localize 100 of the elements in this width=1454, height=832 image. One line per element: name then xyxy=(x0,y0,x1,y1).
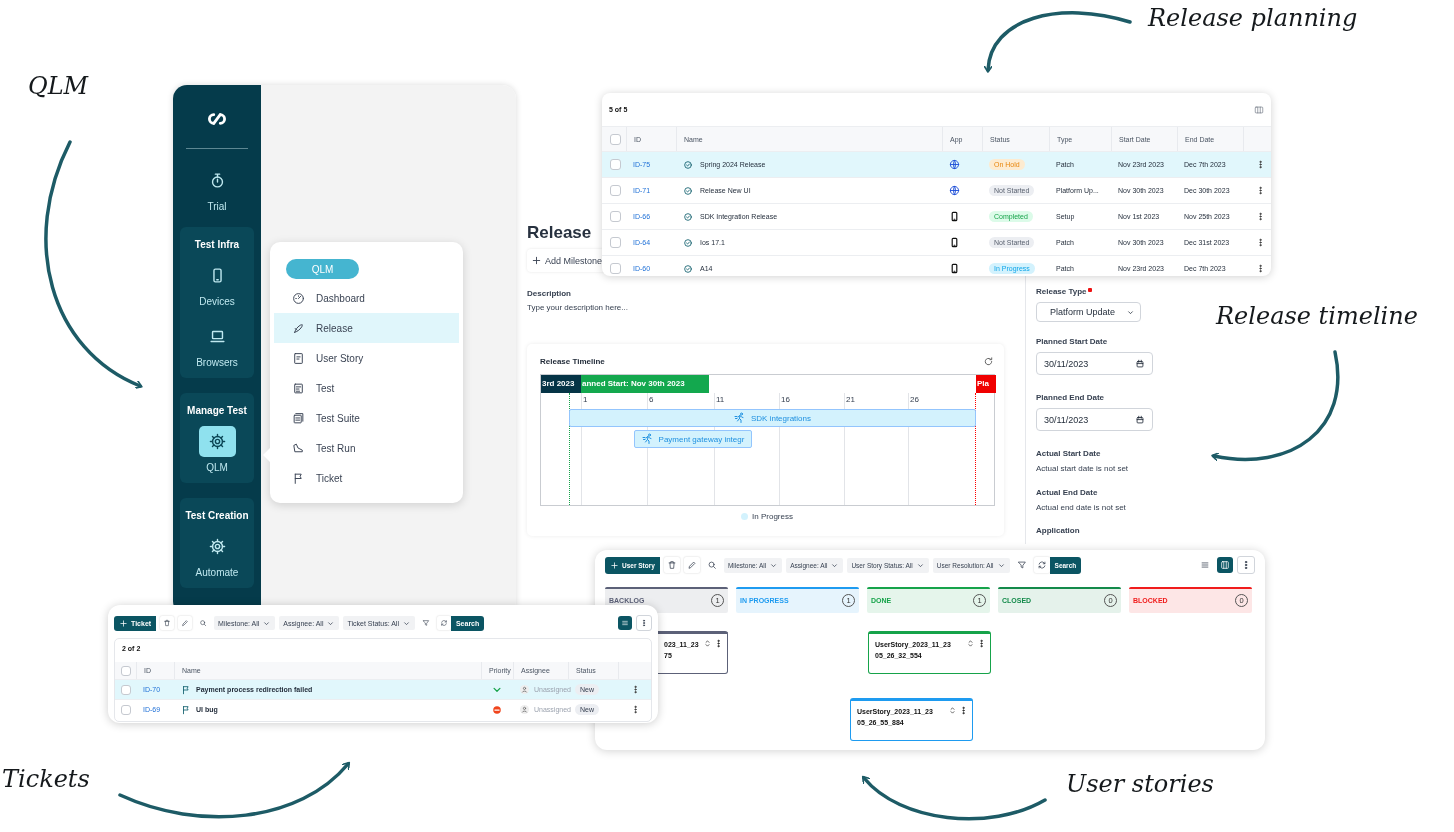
description-text[interactable]: Type your description here... xyxy=(527,303,628,312)
sync-icon[interactable] xyxy=(1033,557,1050,573)
list-view-icon[interactable] xyxy=(618,616,632,630)
day-label: 1 xyxy=(583,395,588,404)
handwritten-caption: QLM xyxy=(28,72,89,100)
plus-icon xyxy=(610,560,619,570)
plus-icon xyxy=(531,255,542,266)
checkbox[interactable] xyxy=(121,684,131,695)
field-label: Description xyxy=(527,289,571,298)
checklist-icon xyxy=(292,381,305,395)
runner-icon xyxy=(734,412,746,424)
runner-icon xyxy=(641,433,654,445)
pencil-icon[interactable] xyxy=(683,557,700,573)
field-label: Application xyxy=(1036,526,1080,535)
flag-icon xyxy=(292,471,305,485)
gear-icon xyxy=(208,433,226,450)
phone-icon xyxy=(949,211,960,222)
dashboard-icon xyxy=(292,291,305,305)
blocked-icon xyxy=(492,704,502,715)
phone-icon xyxy=(949,263,960,274)
plus-icon xyxy=(119,618,128,628)
more-icon[interactable] xyxy=(631,705,640,714)
menu-item[interactable]: Test Suite xyxy=(274,403,459,433)
check-circle-icon xyxy=(683,211,693,222)
field-label: Actual Start Date xyxy=(1036,449,1101,458)
check-circle-icon xyxy=(683,185,693,196)
checkbox[interactable] xyxy=(610,133,621,145)
checkbox[interactable] xyxy=(121,704,131,715)
more-icon[interactable] xyxy=(977,639,986,648)
field-value: Actual start date is not set xyxy=(1036,464,1129,473)
checkbox[interactable] xyxy=(121,665,131,676)
handwritten-caption: Release planning xyxy=(1148,4,1358,32)
menu-title: QLM xyxy=(286,259,359,279)
menu-item[interactable]: User Story xyxy=(274,343,459,373)
calendar-icon xyxy=(1135,358,1145,369)
legend-label: In Progress xyxy=(752,512,793,521)
sidebar-item[interactable]: Automate xyxy=(195,531,239,578)
date-field[interactable]: 30/11/2023 xyxy=(1036,408,1153,431)
checkbox[interactable] xyxy=(610,185,621,196)
date-field[interactable]: 30/11/2023 xyxy=(1036,352,1153,375)
date-marker: Pla xyxy=(976,375,996,393)
sidebar-item[interactable]: Trial xyxy=(198,165,236,212)
more-icon[interactable] xyxy=(1256,186,1265,195)
menu-item[interactable]: Ticket xyxy=(274,463,459,493)
page-title: Release xyxy=(527,223,592,243)
trash-icon[interactable] xyxy=(160,616,175,630)
sidebar-item[interactable]: Browsers xyxy=(196,321,238,368)
checkbox[interactable] xyxy=(610,159,621,170)
day-label: 6 xyxy=(649,395,654,404)
handwritten-caption: Tickets xyxy=(2,765,90,793)
checkbox[interactable] xyxy=(610,263,621,274)
trash-icon[interactable] xyxy=(663,557,680,573)
field-value: Actual end date is not set xyxy=(1036,503,1126,512)
day-label: 11 xyxy=(716,395,725,404)
group-title: Manage Test xyxy=(187,405,247,416)
field-label: Planned Start Date xyxy=(1036,337,1108,346)
more-icon[interactable] xyxy=(1256,160,1265,169)
more-icon[interactable] xyxy=(1256,238,1265,247)
group-title: Test Creation xyxy=(185,510,249,521)
gear-icon xyxy=(208,538,226,555)
pencil-icon[interactable] xyxy=(178,616,193,630)
more-icon[interactable] xyxy=(1256,264,1265,273)
globe-icon xyxy=(949,159,960,170)
more-icon[interactable] xyxy=(636,615,652,631)
field-label: Release Type xyxy=(1036,287,1092,296)
laptop-icon xyxy=(208,328,226,345)
handwritten-caption: User stories xyxy=(1066,770,1214,798)
flag-icon xyxy=(181,704,191,715)
refresh-icon[interactable] xyxy=(983,355,994,367)
menu-item[interactable]: Test xyxy=(274,373,459,403)
check-circle-icon xyxy=(683,159,693,170)
more-icon[interactable] xyxy=(631,685,640,694)
avatar-icon xyxy=(520,705,529,714)
sidebar-item[interactable]: Devices xyxy=(198,260,236,307)
book-icon xyxy=(292,351,305,365)
avatar-icon xyxy=(520,685,529,694)
columns-icon[interactable] xyxy=(1254,104,1264,115)
sync-icon[interactable] xyxy=(436,616,451,630)
menu-item[interactable]: Test Run xyxy=(274,433,459,463)
field-label: Planned End Date xyxy=(1036,393,1104,402)
date-marker: anned Start: Nov 30th 2023 xyxy=(581,375,709,393)
phone-icon xyxy=(949,237,960,248)
more-icon[interactable] xyxy=(959,706,968,715)
globe-icon xyxy=(949,185,960,196)
checkbox[interactable] xyxy=(610,237,621,248)
release-type-select[interactable]: Platform Update xyxy=(1036,302,1141,322)
more-icon[interactable] xyxy=(1256,212,1265,221)
menu-item[interactable]: Dashboard xyxy=(274,283,459,313)
menu-item[interactable]: Release xyxy=(274,313,459,343)
date-marker: 3rd 2023 xyxy=(541,375,581,393)
board-view-icon[interactable] xyxy=(1217,557,1233,573)
more-icon[interactable] xyxy=(714,639,723,648)
calendar-icon xyxy=(1135,414,1145,425)
more-icon[interactable] xyxy=(1237,556,1255,574)
card-title: Release Timeline xyxy=(540,356,605,366)
day-label: 26 xyxy=(910,395,919,404)
checkbox[interactable] xyxy=(610,211,621,222)
handwritten-caption: Release timeline xyxy=(1216,302,1418,330)
flag-icon xyxy=(181,684,191,695)
day-label: 16 xyxy=(781,395,790,404)
